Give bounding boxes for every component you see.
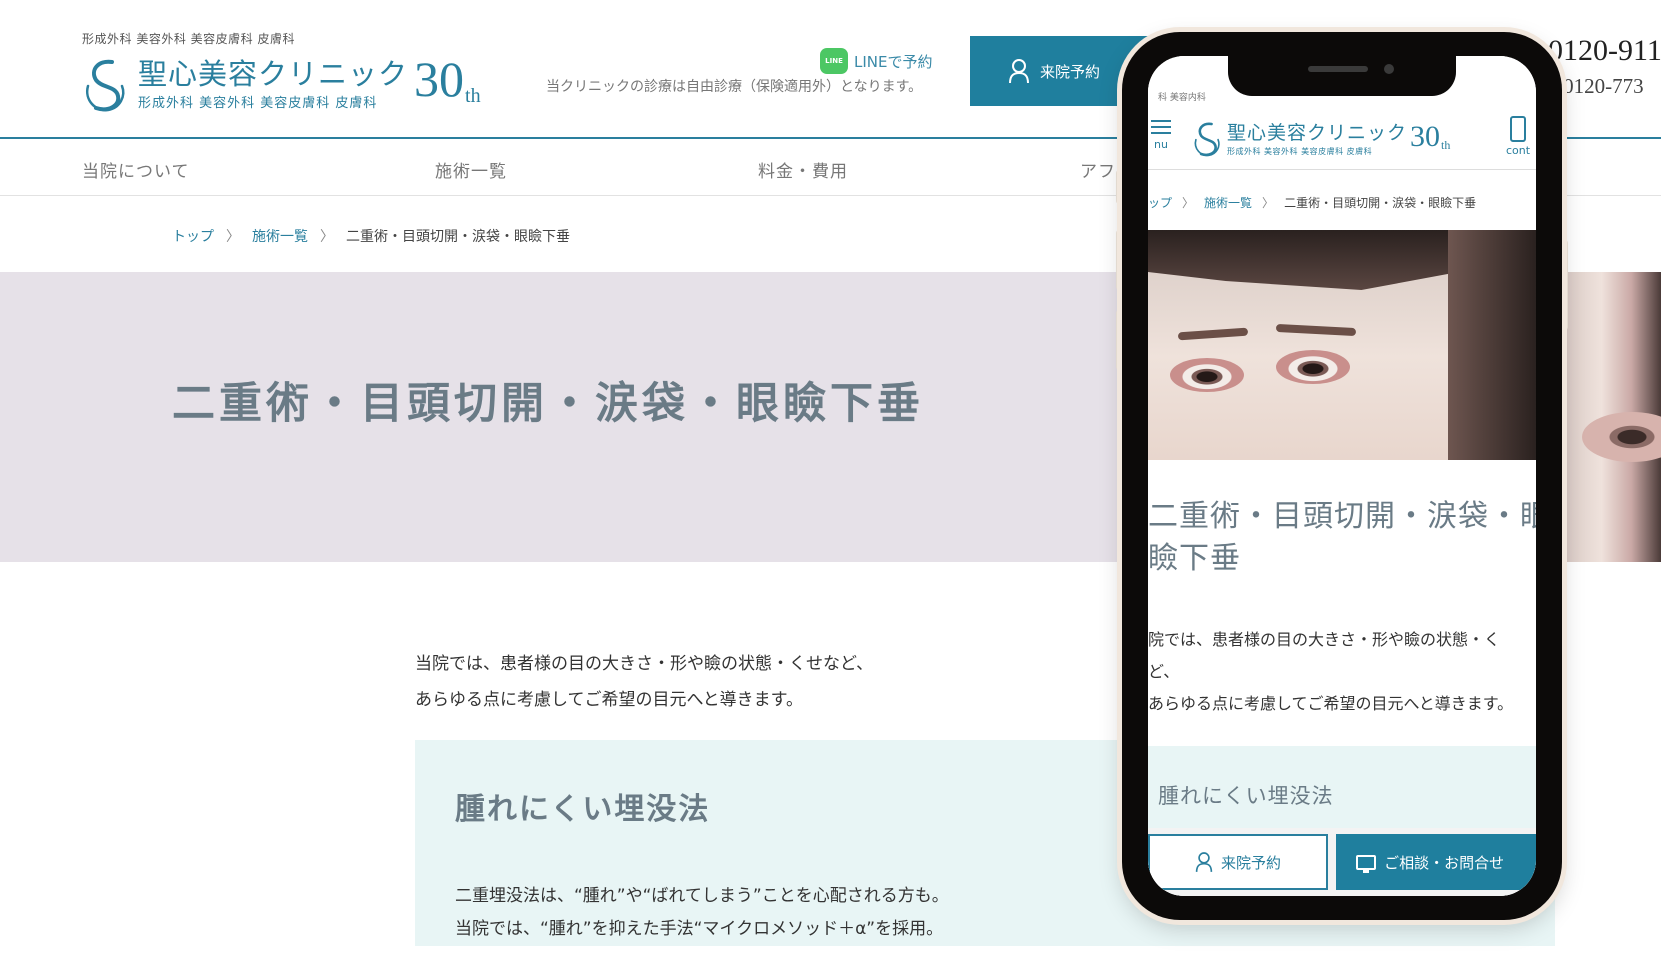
- page-title: 二重術・目頭切開・涙袋・眼瞼下垂: [172, 379, 924, 429]
- breadcrumb-separator: 〉: [320, 229, 334, 245]
- mobile-department-tags: 科 美容内科: [1158, 93, 1206, 103]
- mobile-reserve-button[interactable]: 来院予約: [1148, 834, 1329, 890]
- breadcrumb-separator: 〉: [1262, 196, 1275, 210]
- breadcrumb-current: 二重術・目頭切開・涙袋・眼瞼下垂: [346, 229, 570, 245]
- line-reserve-label: LINEで予約: [854, 52, 933, 71]
- phone-notch: [1228, 54, 1456, 96]
- phone-side-button: [1562, 240, 1568, 330]
- nav-item-treatments[interactable]: 施術一覧: [435, 157, 507, 182]
- lead-text: 当院では、患者様の目の大きさ・形や瞼の状態・くせなど、 あらゆる点に考慮してご希…: [415, 654, 874, 710]
- mobile-breadcrumb: ップ 〉 施術一覧 〉 二重術・目頭切開・涙袋・眼瞼下垂: [1148, 194, 1476, 211]
- feature-body: 二重埋没法は、“腫れ”や“ばれてしまう”ことを心配される方も。 当院では、“腫れ…: [455, 886, 949, 939]
- hero-photo: [1562, 272, 1661, 562]
- mobile-menu-button[interactable]: nu: [1148, 116, 1174, 151]
- department-tags: 形成外科 美容外科 美容皮膚科 皮膚科: [82, 32, 295, 46]
- line-icon: LINE: [820, 48, 848, 74]
- breadcrumb-current: 二重術・目頭切開・涙袋・眼瞼下垂: [1284, 196, 1477, 210]
- contact-label: cont: [1505, 144, 1531, 157]
- site-logo[interactable]: 聖心美容クリニック 形成外科 美容外科 美容皮膚科 皮膚科 30th: [82, 54, 481, 115]
- breadcrumb-separator: 〉: [1182, 196, 1195, 210]
- menu-icon: [1148, 120, 1174, 134]
- insurance-note: 当クリニックの診療は自由診療（保険適用外）となります。: [546, 79, 923, 95]
- breadcrumb-home[interactable]: トップ: [172, 226, 214, 246]
- mobile-lead-text: 院では、患者様の目の大きさ・形や瞼の状態・く ど、 あらゆる点に考慮してご希望の…: [1148, 630, 1514, 713]
- phone-screen: 科 美容内科 nu 聖心美容クリニック 形成外科 美容外科 美容皮膚科 皮膚科 …: [1148, 56, 1536, 896]
- mobile-logo-name: 聖心美容クリニック: [1227, 121, 1408, 144]
- mobile-page-title: 二重術・目頭切開・涙袋・眼 瞼下垂: [1148, 499, 1536, 576]
- breadcrumb: トップ 〉 施術一覧 〉 二重術・目頭切開・涙袋・眼瞼下垂: [172, 226, 570, 246]
- logo-swirl-icon: [85, 59, 125, 111]
- nav-item-aftercare[interactable]: アフ: [1080, 157, 1116, 182]
- breadcrumb-treatments[interactable]: 施術一覧: [252, 226, 308, 246]
- logo-anniversary: 30th: [414, 51, 481, 107]
- breadcrumb-home[interactable]: ップ: [1148, 194, 1172, 211]
- phone-number-sub[interactable]: : 0120-773: [1552, 74, 1644, 99]
- breadcrumb-separator: 〉: [226, 229, 240, 245]
- smartphone-icon: [1510, 116, 1526, 142]
- mobile-contact-button[interactable]: cont: [1498, 116, 1536, 157]
- reserve-button-label: 来院予約: [1040, 62, 1101, 81]
- mobile-bottom-bar: 来院予約 ご相談・お問合せ: [1148, 828, 1536, 896]
- logo-subtitle: 形成外科 美容外科 美容皮膚科 皮膚科: [138, 96, 378, 111]
- person-icon: [1195, 852, 1213, 872]
- person-icon: [1009, 59, 1029, 84]
- feature-title: 腫れにくい埋没法: [455, 792, 711, 827]
- monitor-icon: [1356, 854, 1377, 873]
- mobile-consult-button[interactable]: ご相談・お問合せ: [1336, 834, 1536, 890]
- menu-label: nu: [1154, 138, 1168, 151]
- nav-item-about[interactable]: 当院について: [82, 157, 190, 182]
- mobile-logo[interactable]: 聖心美容クリニック 形成外科 美容外科 美容皮膚科 皮膚科 30th: [1192, 120, 1450, 158]
- logo-name: 聖心美容クリニック: [138, 57, 409, 91]
- mobile-feature-title: 腫れにくい埋没法: [1158, 784, 1334, 808]
- phone-mockup: 科 美容内科 nu 聖心美容クリニック 形成外科 美容外科 美容皮膚科 皮膚科 …: [1122, 32, 1562, 920]
- phone-number[interactable]: 0120-911: [1548, 34, 1661, 68]
- nav-item-prices[interactable]: 料金・費用: [758, 157, 848, 182]
- mobile-logo-subtitle: 形成外科 美容外科 美容皮膚科 皮膚科: [1227, 146, 1373, 156]
- mobile-hero-photo: [1148, 230, 1536, 460]
- breadcrumb-treatments[interactable]: 施術一覧: [1204, 194, 1252, 211]
- mobile-consult-label: ご相談・お問合せ: [1384, 853, 1505, 872]
- mobile-reserve-label: 来院予約: [1221, 853, 1282, 872]
- mobile-logo-anniversary: 30th: [1410, 119, 1451, 153]
- logo-swirl-icon: [1194, 122, 1220, 157]
- line-reserve-link[interactable]: LINE LINEで予約: [820, 48, 932, 74]
